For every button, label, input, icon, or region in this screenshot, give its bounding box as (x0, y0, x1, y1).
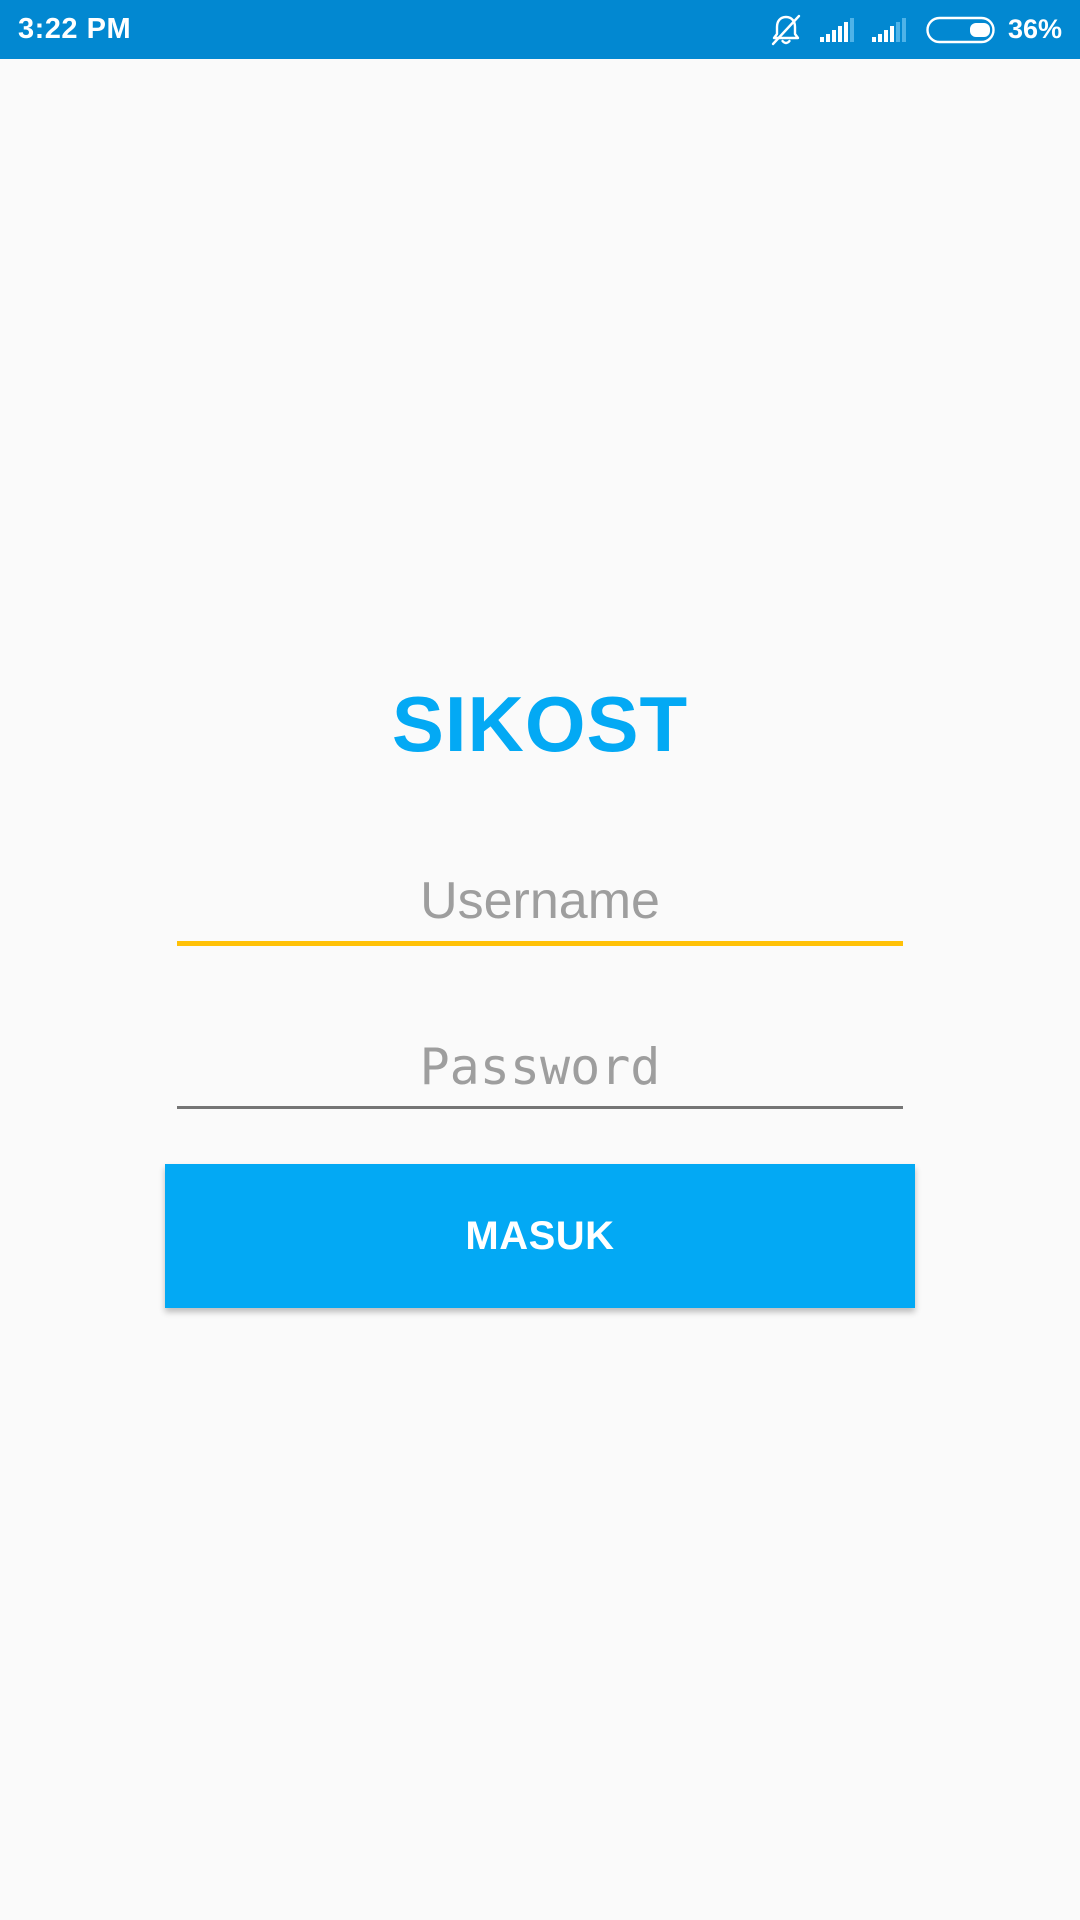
password-underline (177, 1106, 903, 1109)
status-icons: 36% (770, 0, 1062, 59)
status-bar: 3:22 PM 36% (0, 0, 1080, 59)
battery-icon (926, 16, 998, 44)
bell-off-icon (770, 13, 802, 47)
username-field-container (177, 856, 903, 946)
password-field-container (177, 1022, 903, 1112)
battery-percent: 36% (1007, 14, 1062, 44)
signal-icon (871, 17, 910, 43)
password-input[interactable] (177, 1022, 903, 1112)
username-underline (177, 941, 903, 946)
app-title: SIKOST (391, 680, 689, 768)
login-button[interactable]: MASUK (165, 1164, 915, 1308)
signal-icon (819, 17, 858, 43)
status-time: 3:22 PM (18, 13, 132, 45)
username-input[interactable] (177, 856, 903, 946)
